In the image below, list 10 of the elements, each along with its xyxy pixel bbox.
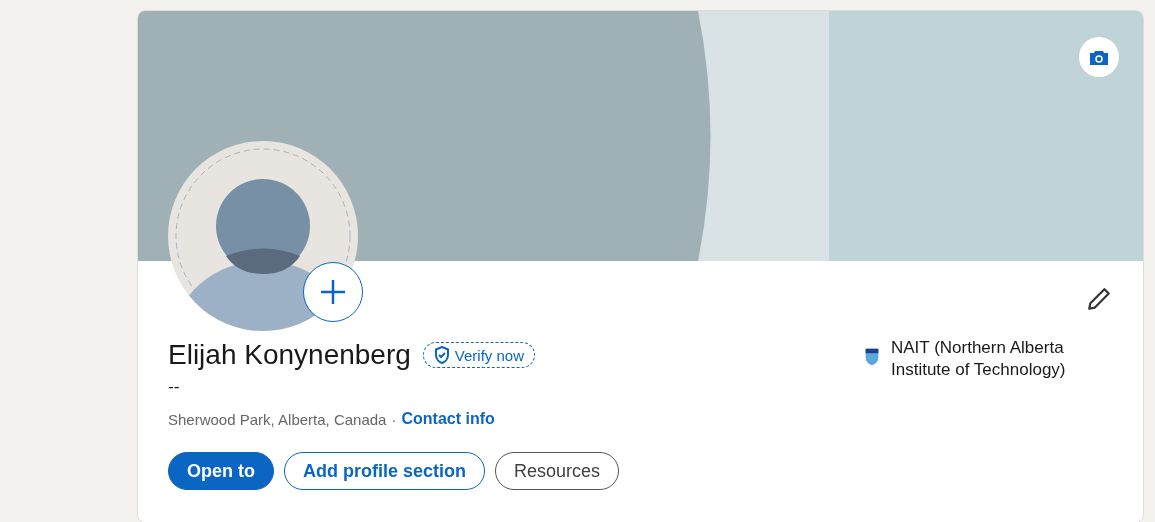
separator: · (391, 410, 397, 428)
contact-info-link[interactable]: Contact info (401, 410, 495, 428)
action-button[interactable]: Resources (495, 452, 620, 490)
verify-button[interactable]: Verify now (422, 342, 536, 368)
action-button[interactable]: Add profile section (284, 452, 485, 490)
profile-name: Elijah Konynenberg (168, 339, 411, 371)
headline: -- (168, 377, 181, 396)
action-button[interactable]: Open to (168, 452, 274, 490)
location: Sherwood Park, Alberta, Canada (168, 410, 387, 428)
school-name[interactable]: NAIT (Northern Alberta Institute of Technology) (891, 337, 1115, 381)
